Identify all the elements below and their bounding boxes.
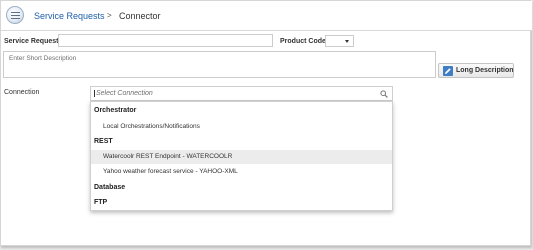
breadcrumb-separator: > (107, 11, 112, 20)
connection-dropdown: Orchestrator Local Orchestrations/Notifi… (90, 101, 393, 211)
service-request-label: Service Request (4, 38, 59, 45)
product-code-select[interactable] (325, 35, 354, 47)
window-frame: Service Requests > Connector Service Req… (0, 0, 532, 246)
dropdown-group-header: FTP (94, 199, 108, 206)
long-description-button[interactable]: Long Description (438, 63, 514, 78)
product-code-label: Product Code (280, 38, 326, 45)
connection-label: Connection (4, 89, 40, 96)
dropdown-option-highlighted[interactable]: Watercoolr REST Endpoint - WATERCOOLR (91, 150, 392, 164)
short-description-field[interactable]: Enter Short Description (3, 51, 436, 78)
breadcrumb-service-requests[interactable]: Service Requests (34, 11, 105, 21)
page-header: Service Requests > Connector (1, 1, 532, 31)
dropdown-option[interactable]: Yahoo weather forecast service - YAHOO-X… (91, 165, 392, 179)
dropdown-option[interactable]: Local Orchestrations/Notifications (91, 120, 392, 134)
breadcrumb-current-page: Connector (119, 11, 161, 21)
long-description-label: Long Description (456, 67, 514, 74)
dropdown-group-header: Orchestrator (94, 107, 137, 114)
search-icon[interactable] (380, 90, 388, 100)
pencil-icon (443, 66, 453, 76)
service-request-input[interactable] (58, 34, 273, 47)
dropdown-group-header: REST (94, 138, 113, 145)
dropdown-group-header: Database (94, 184, 126, 191)
connection-search-input[interactable]: Select Connection (90, 86, 393, 101)
menu-circle-icon[interactable] (6, 6, 24, 24)
chevron-down-icon (345, 40, 349, 43)
connection-placeholder: Select Connection (94, 90, 153, 97)
